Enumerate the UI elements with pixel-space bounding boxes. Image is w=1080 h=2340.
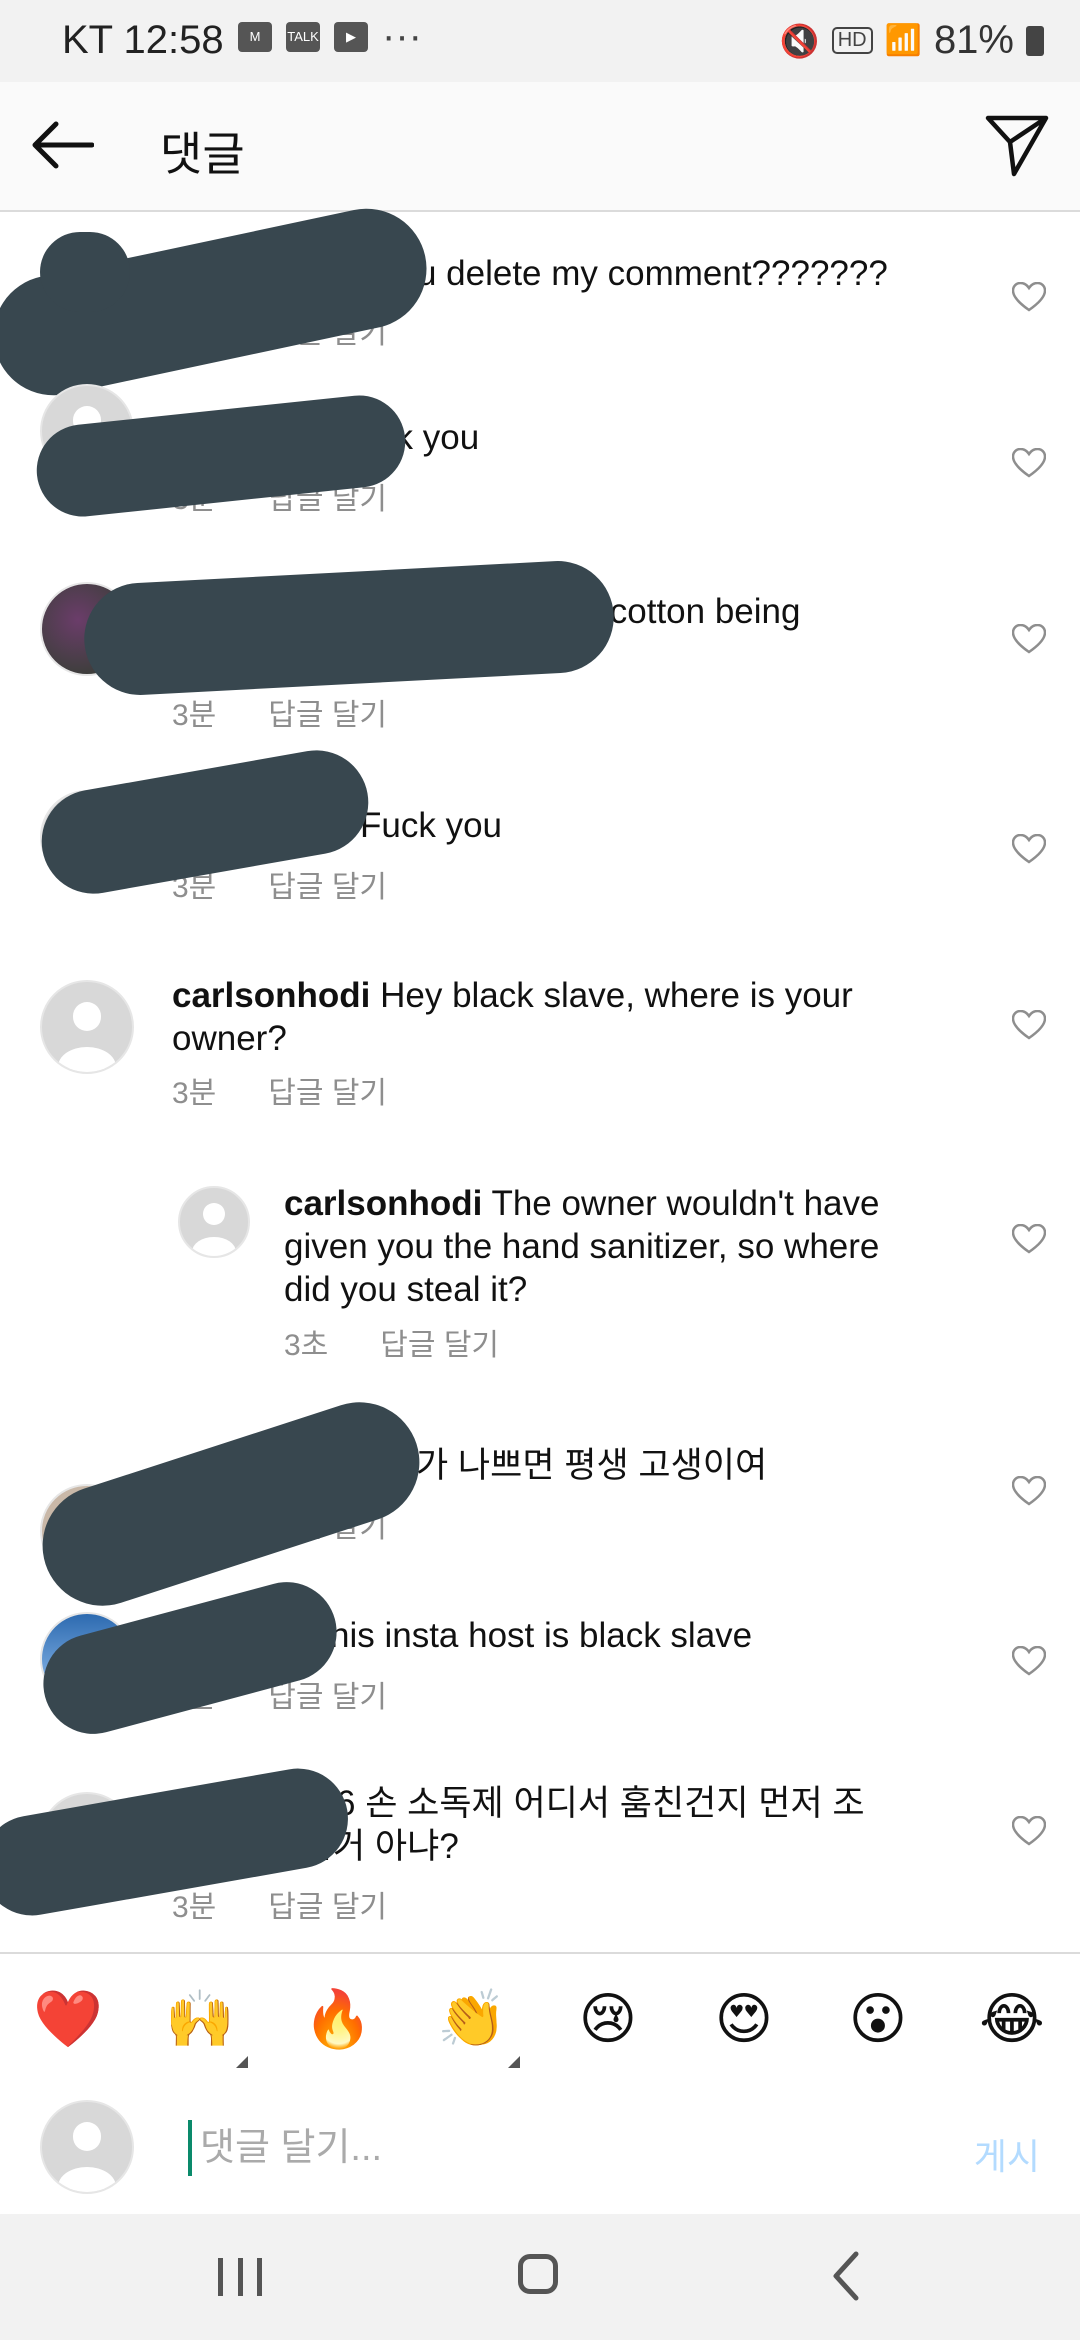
comment-text: his insta host is black slave xyxy=(330,1616,753,1655)
comment-text: carlsonhodi The owner wouldn't have give… xyxy=(284,1182,924,1311)
redaction-scribble xyxy=(81,558,617,698)
battery-percent: 81% xyxy=(933,18,1014,62)
battery-icon xyxy=(1026,25,1044,56)
heart-icon[interactable] xyxy=(1012,834,1046,864)
skin-tone-indicator-icon xyxy=(236,2056,248,2068)
comment-text: 가 나쁘면 평생 고생이여 xyxy=(416,1446,768,1485)
comment-time: 3분 xyxy=(172,1891,217,1924)
carrier-time: KT 12:58 xyxy=(62,18,224,62)
emoji-fire-button[interactable]: 🔥 xyxy=(300,1984,376,2056)
mute-icon: 🔇 xyxy=(779,22,820,59)
heart-icon[interactable] xyxy=(1012,624,1046,654)
comment-meta: 3분 답글 달기 xyxy=(172,1882,387,1926)
comments-header: 댓글 xyxy=(0,82,1080,212)
reply-button[interactable]: 답글 달기 xyxy=(380,1329,499,1362)
comment-meta: 3분 답글 달기 xyxy=(172,1068,387,1112)
hd-icon: HD xyxy=(831,27,873,54)
reply-button[interactable]: 답글 달기 xyxy=(268,699,387,732)
redaction-scribble xyxy=(27,1386,435,1622)
arrow-left-icon[interactable] xyxy=(30,120,94,170)
comment-text: Fuck you xyxy=(360,806,502,845)
system-nav-bar xyxy=(0,2214,1080,2340)
emoji-heart-eyes-button[interactable]: 😍 xyxy=(706,1984,782,2056)
avatar xyxy=(40,980,134,1074)
comment-username[interactable]: carlsonhodi xyxy=(284,1184,482,1223)
page-title: 댓글 xyxy=(160,128,245,180)
wifi-icon: 📶 xyxy=(884,24,922,57)
comment-text: you delete my comment??????? xyxy=(380,254,888,293)
heart-icon[interactable] xyxy=(1012,448,1046,478)
comment-username[interactable]: carlsonhodi xyxy=(172,976,370,1015)
reply-button[interactable]: 답글 달기 xyxy=(268,1891,387,1924)
paper-plane-icon[interactable] xyxy=(984,112,1050,178)
emoji-raised-hands-button[interactable]: 🙌 xyxy=(162,1984,238,2056)
reply-button[interactable]: 답글 달기 xyxy=(268,1681,387,1714)
heart-icon[interactable] xyxy=(1012,1646,1046,1676)
status-bar: KT 12:58 M TALK ▶ ··· 🔇 HD 📶 81% xyxy=(0,0,1080,82)
back-chevron-icon[interactable] xyxy=(828,2250,864,2302)
comment-text: ck you xyxy=(378,418,480,457)
comment-meta: 3분 답글 달기 xyxy=(172,690,387,734)
redaction-scribble xyxy=(40,232,130,312)
comment-time: 3분 xyxy=(172,699,217,732)
heart-icon[interactable] xyxy=(1012,1476,1046,1506)
emoji-quick-bar: ❤️ 🙌 🔥 👏 😢 😍 😮 😂 xyxy=(0,1952,1080,2086)
kakaotalk-icon: TALK xyxy=(286,22,320,52)
current-user-avatar xyxy=(40,2100,134,2194)
gmail-icon: M xyxy=(238,22,272,52)
heart-icon[interactable] xyxy=(1012,1224,1046,1254)
reply-button[interactable]: 답글 달기 xyxy=(268,871,387,904)
system-icons: 🔇 HD 📶 81% xyxy=(780,18,1044,63)
post-button[interactable]: 게시 xyxy=(974,2128,1040,2180)
emoji-clap-button[interactable]: 👏 xyxy=(434,1984,510,2056)
recent-apps-icon[interactable] xyxy=(218,2258,262,2296)
emoji-surprised-button[interactable]: 😮 xyxy=(840,1984,916,2056)
emoji-tears-of-joy-button[interactable]: 😂 xyxy=(974,1984,1050,2056)
emoji-heart-button[interactable]: ❤️ xyxy=(30,1984,106,2056)
comment-time: 3초 xyxy=(284,1329,329,1362)
comment-input[interactable] xyxy=(188,2120,902,2176)
reply-button[interactable]: 답글 달기 xyxy=(268,1077,387,1110)
notification-icons: M TALK ▶ ··· xyxy=(238,14,422,58)
skin-tone-indicator-icon xyxy=(508,2056,520,2068)
more-notifications-icon: ··· xyxy=(382,14,422,58)
comment-meta: 3초 답글 달기 xyxy=(284,1320,499,1364)
heart-icon[interactable] xyxy=(1012,1816,1046,1846)
youtube-icon: ▶ xyxy=(334,22,368,52)
home-icon[interactable] xyxy=(518,2254,558,2294)
heart-icon[interactable] xyxy=(1012,1010,1046,1040)
comment-list[interactable]: you delete my comment??????? 3분답글 달기 ck … xyxy=(0,197,1080,1952)
heart-icon[interactable] xyxy=(1012,282,1046,312)
comment-time: 3분 xyxy=(172,1077,217,1110)
comment-text: carlsonhodi Hey black slave, where is yo… xyxy=(172,974,932,1060)
avatar xyxy=(178,1186,250,1258)
comment-input-bar: 게시 xyxy=(0,2084,1080,2214)
emoji-crying-button[interactable]: 😢 xyxy=(570,1984,646,2056)
